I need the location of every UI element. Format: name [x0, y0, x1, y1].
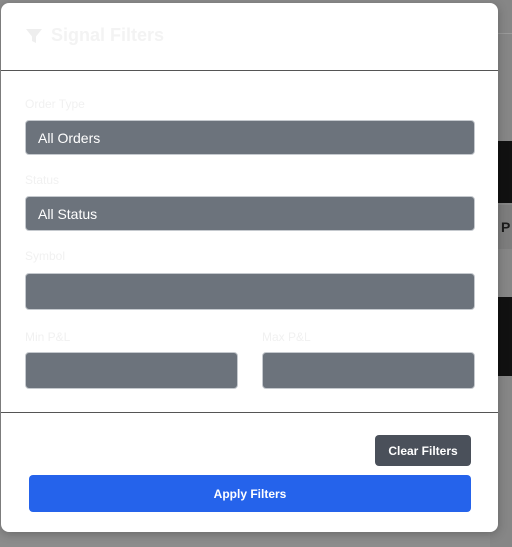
modal-title-text: Signal Filters: [51, 25, 165, 45]
max-pnl-label: Max P&L: [262, 330, 311, 344]
min-pnl-input[interactable]: [25, 352, 238, 389]
symbol-input[interactable]: [25, 273, 475, 310]
filter-icon: [25, 27, 43, 45]
signal-filters-modal: Signal Filters Order Type All Orders Sta…: [1, 3, 498, 532]
status-value: All Status: [38, 205, 98, 222]
clear-filters-button[interactable]: Clear Filters: [375, 435, 471, 466]
apply-filters-button[interactable]: Apply Filters: [29, 475, 471, 512]
order-type-label: Order Type: [25, 97, 85, 111]
symbol-label: Symbol: [25, 249, 66, 263]
modal-header: Signal Filters: [1, 3, 498, 71]
footer-divider: [1, 412, 498, 413]
order-type-select[interactable]: All Orders: [25, 120, 475, 155]
status-select[interactable]: All Status: [25, 196, 475, 231]
order-type-value: All Orders: [38, 129, 101, 146]
min-pnl-label: Min P&L: [25, 330, 71, 344]
modal-title: Signal Filters: [25, 25, 164, 46]
max-pnl-input[interactable]: [262, 352, 475, 389]
status-label: Status: [25, 173, 60, 187]
